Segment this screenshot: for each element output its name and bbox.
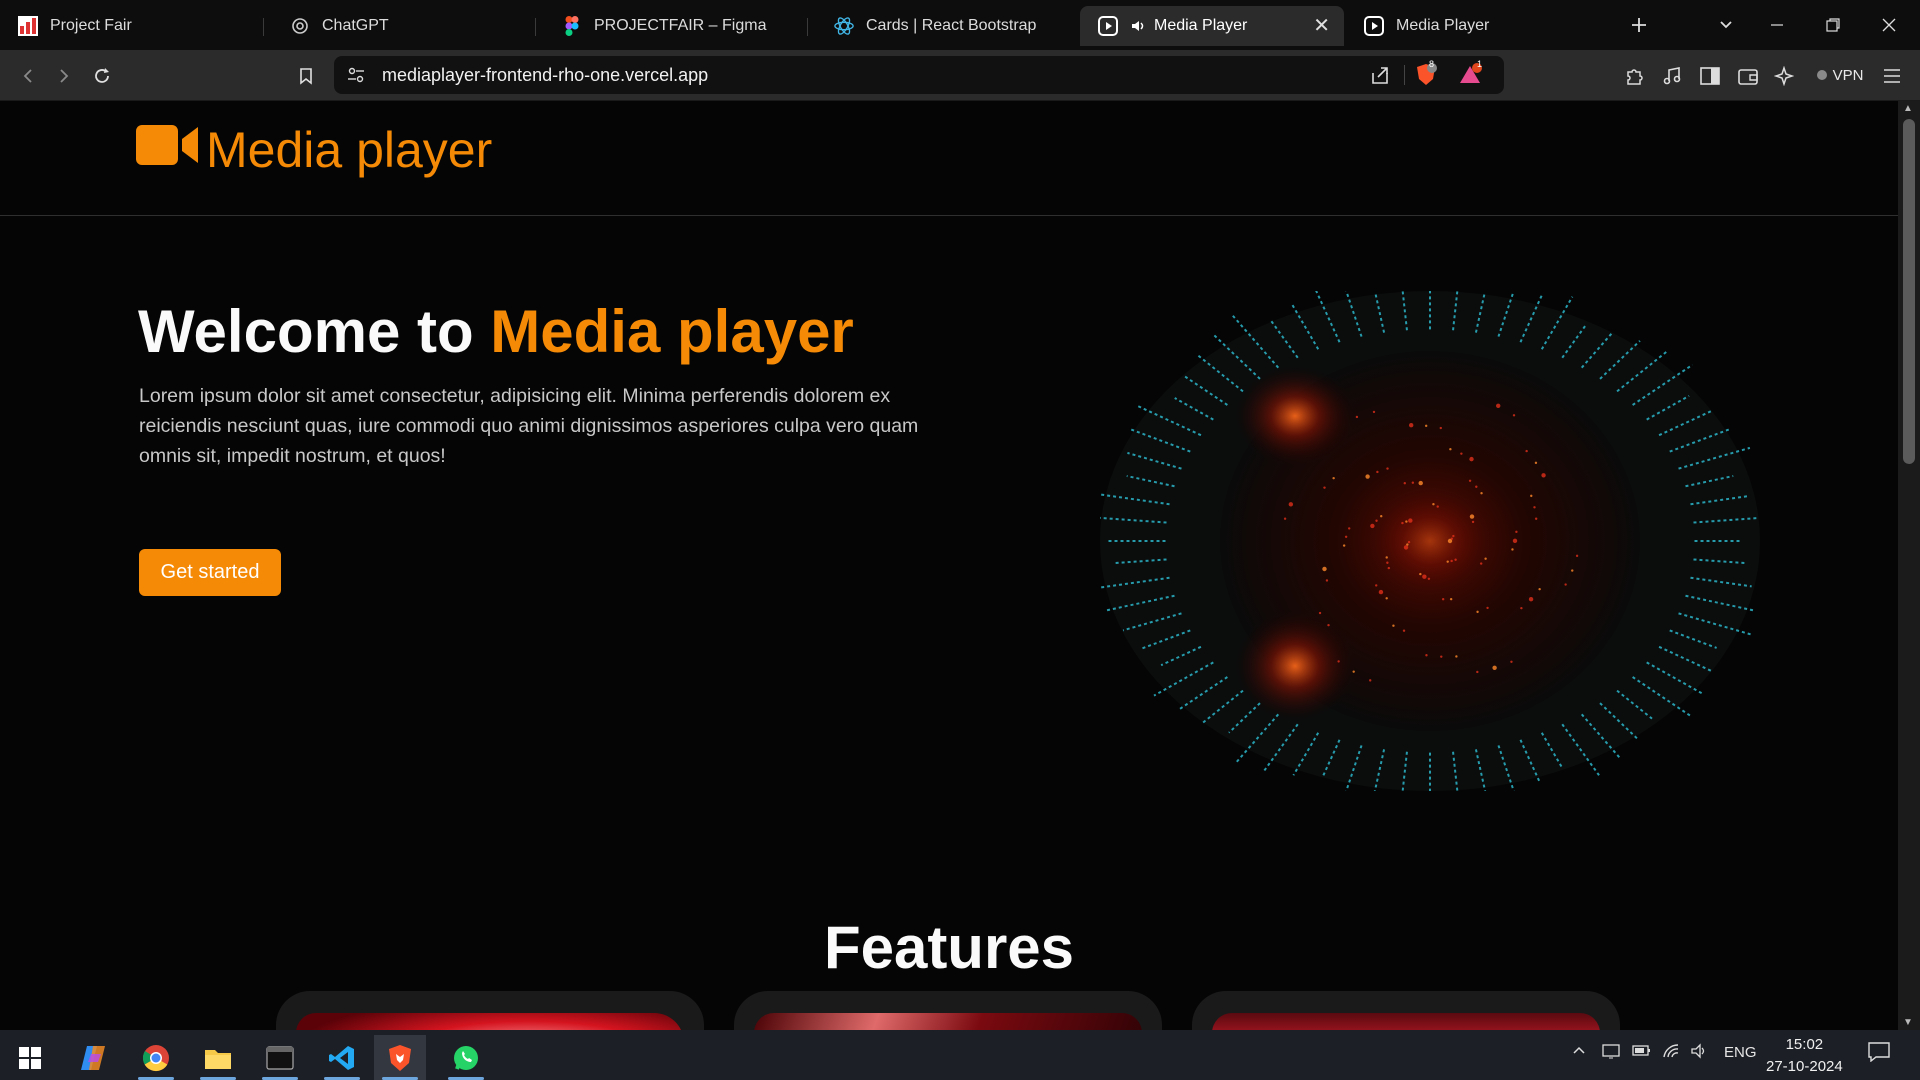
scroll-down-icon[interactable]: ▼ — [1903, 1017, 1913, 1028]
tab-react-bootstrap[interactable]: Cards | React Bootstrap — [816, 6, 1080, 46]
media-icon[interactable] — [1656, 60, 1688, 92]
site-header: Media player — [0, 101, 1898, 216]
feature-card-image — [296, 1013, 684, 1030]
shield-count: 8 — [1429, 59, 1435, 69]
clock-date: 27-10-2024 — [1766, 1058, 1843, 1075]
close-tab-icon[interactable]: ✕ — [1313, 16, 1330, 36]
display-icon[interactable] — [1602, 1043, 1620, 1063]
whatsapp-icon[interactable] — [440, 1035, 492, 1080]
forward-icon[interactable] — [48, 60, 80, 92]
play-circle-favicon — [1098, 16, 1118, 36]
tab-title: Media Player — [1396, 17, 1490, 34]
brave-rewards-icon[interactable]: 1 — [1454, 59, 1486, 91]
tab-media-player-active[interactable]: Media Player ✕ — [1080, 6, 1344, 46]
feature-card[interactable] — [276, 991, 704, 1030]
wifi-icon[interactable] — [1662, 1043, 1680, 1063]
feature-card[interactable] — [734, 991, 1162, 1030]
leo-ai-icon[interactable] — [1768, 60, 1800, 92]
scrollbar-thumb[interactable] — [1903, 119, 1915, 464]
browser-tab-strip: Project Fair ChatGPT PROJECTFAIR – Figma… — [0, 0, 1920, 50]
hero-title-prefix: Welcome to — [138, 298, 491, 365]
show-hidden-icons-icon[interactable] — [1572, 1043, 1586, 1061]
browser-toolbar: mediaplayer-frontend-rho-one.vercel.app … — [0, 50, 1920, 101]
windows-start-icon[interactable] — [4, 1035, 56, 1080]
scroll-up-icon[interactable]: ▲ — [1903, 103, 1913, 114]
vpn-button[interactable]: VPN — [1804, 59, 1876, 91]
video-camera-icon — [136, 121, 200, 179]
tab-media-player[interactable]: Media Player — [1346, 6, 1610, 46]
vpn-label: VPN — [1832, 66, 1864, 84]
react-bootstrap-favicon — [834, 16, 854, 36]
chevron-down-icon[interactable] — [1711, 10, 1741, 40]
project-fair-favicon — [18, 16, 38, 36]
notifications-icon[interactable] — [1868, 1042, 1890, 1066]
url-text[interactable]: mediaplayer-frontend-rho-one.vercel.app — [382, 65, 708, 86]
feature-card-image — [754, 1013, 1142, 1030]
clock-time: 15:02 — [1785, 1036, 1824, 1053]
tab-figma[interactable]: PROJECTFAIR – Figma — [544, 6, 808, 46]
file-explorer-icon[interactable] — [192, 1035, 244, 1080]
tab-chatgpt[interactable]: ChatGPT — [272, 6, 536, 46]
site-settings-icon[interactable] — [340, 59, 372, 91]
hero-visualizer-image — [1092, 270, 1760, 816]
wallet-icon[interactable] — [1732, 60, 1764, 92]
tab-title: PROJECTFAIR – Figma — [594, 17, 767, 34]
minimize-icon[interactable] — [1762, 10, 1792, 40]
tab-project-fair[interactable]: Project Fair — [0, 6, 264, 46]
language-indicator[interactable]: ENG — [1724, 1044, 1757, 1061]
sidebar-icon[interactable] — [1694, 60, 1726, 92]
chatgpt-favicon — [290, 16, 310, 36]
windows-taskbar: ENG 15:02 27-10-2024 — [0, 1030, 1920, 1080]
vscode-icon[interactable] — [316, 1035, 368, 1080]
menu-icon[interactable] — [1876, 60, 1908, 92]
brave-shield-icon[interactable]: 8 — [1410, 59, 1442, 91]
brand-name: Media player — [206, 122, 493, 178]
restore-icon[interactable] — [1818, 10, 1848, 40]
hero-title-accent: Media player — [490, 298, 854, 365]
tab-title: Project Fair — [50, 17, 132, 34]
hero-title: Welcome to Media player — [138, 297, 854, 366]
get-started-button[interactable]: Get started — [139, 549, 281, 596]
speaker-icon[interactable] — [1130, 18, 1146, 34]
page-scrollbar[interactable]: ▲ ▼ — [1898, 101, 1920, 1030]
feature-card-image — [1212, 1013, 1600, 1030]
brand-link[interactable]: Media player — [136, 121, 492, 179]
tab-title: Media Player — [1154, 17, 1248, 34]
feature-card[interactable] — [1192, 991, 1620, 1030]
share-icon[interactable] — [1364, 59, 1396, 91]
features-title: Features — [823, 914, 1075, 981]
rewards-badge: 1 — [1477, 59, 1483, 69]
tab-title: ChatGPT — [322, 17, 389, 34]
back-icon[interactable] — [12, 60, 44, 92]
hero-description: Lorem ipsum dolor sit amet consectetur, … — [139, 385, 919, 467]
volume-icon[interactable] — [1690, 1043, 1708, 1063]
chrome-icon[interactable] — [130, 1035, 182, 1080]
close-window-icon[interactable] — [1874, 10, 1904, 40]
reload-icon[interactable] — [86, 60, 118, 92]
figma-favicon — [562, 16, 582, 36]
new-tab-icon[interactable] — [1624, 10, 1654, 40]
tab-title: Cards | React Bootstrap — [866, 17, 1037, 34]
vpn-status-icon — [1816, 70, 1827, 80]
extensions-icon[interactable] — [1618, 60, 1650, 92]
bookmark-icon[interactable] — [290, 60, 322, 92]
page-content: Media player Welcome to Media player Lor… — [0, 101, 1898, 1030]
clock[interactable]: 15:02 27-10-2024 — [1766, 1034, 1843, 1078]
play-circle-favicon — [1364, 16, 1384, 36]
copilot-icon[interactable] — [68, 1035, 120, 1080]
brave-icon[interactable] — [374, 1035, 426, 1080]
terminal-icon[interactable] — [254, 1035, 306, 1080]
battery-icon[interactable] — [1632, 1043, 1652, 1061]
address-bar[interactable]: mediaplayer-frontend-rho-one.vercel.app … — [334, 56, 1504, 94]
